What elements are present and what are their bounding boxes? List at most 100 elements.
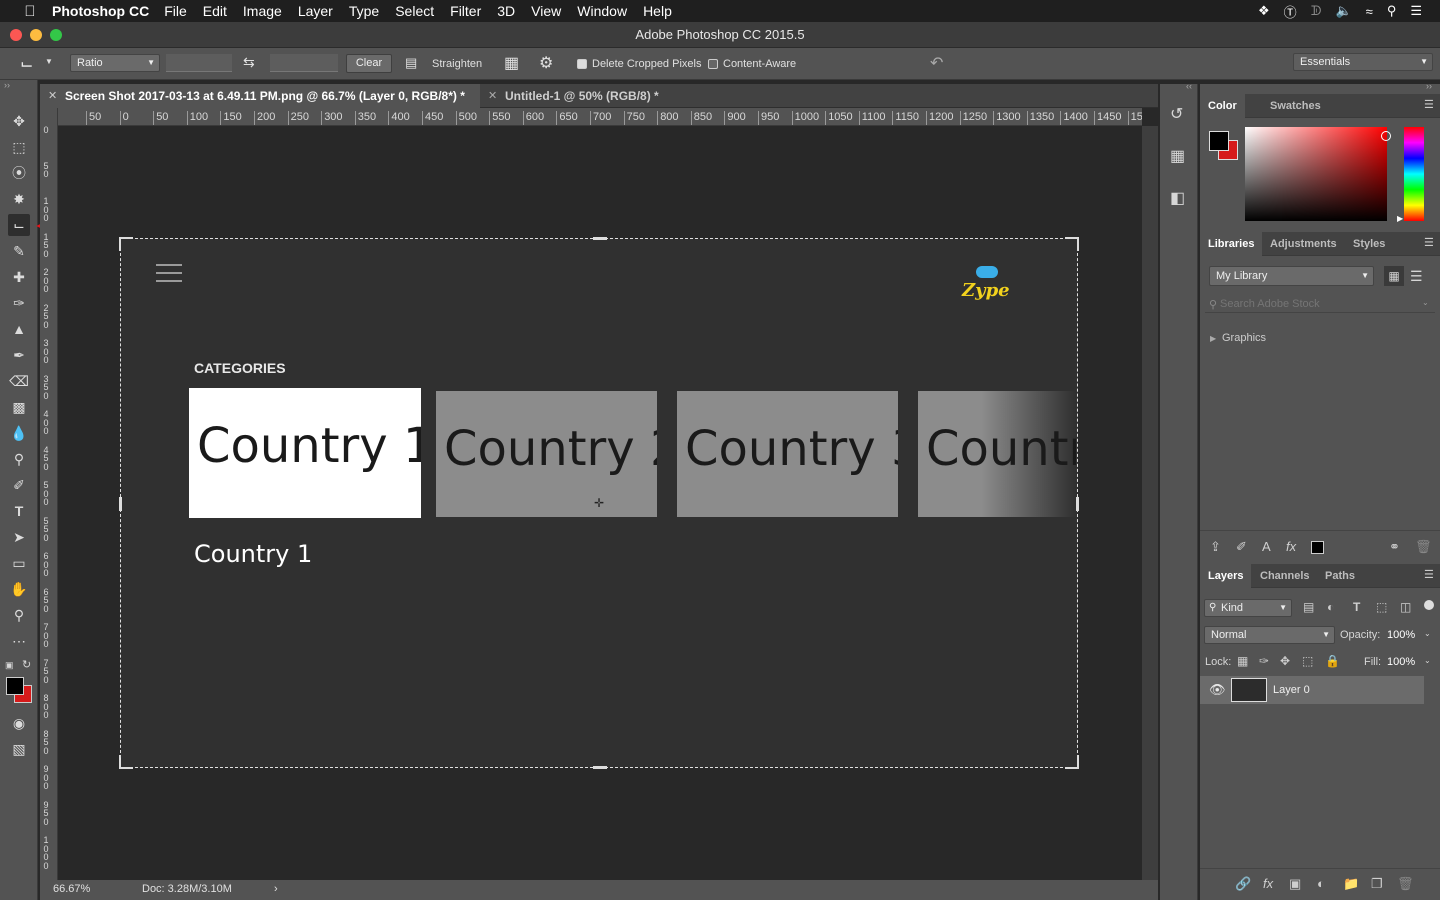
type-tool-icon[interactable]: T: [8, 500, 30, 522]
fill-value[interactable]: 100%: [1387, 656, 1415, 668]
menu-layer[interactable]: Layer: [298, 3, 333, 19]
screen-mode-icon[interactable]: ▧: [8, 738, 30, 760]
volume-icon[interactable]: 🔈: [1335, 3, 1351, 19]
minimize-window-button[interactable]: [30, 29, 42, 41]
panel-menu-icon[interactable]: ☰: [1424, 100, 1434, 111]
height-field[interactable]: [270, 54, 338, 72]
list-view-icon[interactable]: ☰: [1410, 266, 1423, 286]
crop-handle-top-left[interactable]: [119, 237, 133, 251]
delete-cropped-checkbox[interactable]: [577, 59, 587, 69]
lock-all-icon[interactable]: 🔒: [1325, 654, 1340, 668]
tab-color[interactable]: Color: [1200, 94, 1245, 118]
document-tab-active[interactable]: ✕ Screen Shot 2017-03-13 at 6.49.11 PM.p…: [40, 84, 480, 108]
collapse-icon[interactable]: ››: [4, 80, 10, 90]
straighten-button[interactable]: Straighten: [432, 58, 482, 70]
adjustments-panel-icon[interactable]: ◧: [1170, 188, 1185, 208]
grid-view-icon[interactable]: ▦: [1384, 266, 1404, 286]
color-field[interactable]: [1245, 127, 1391, 221]
quick-selection-tool-icon[interactable]: ✸: [8, 188, 30, 210]
crop-handle-top-right[interactable]: [1065, 237, 1079, 251]
disclosure-triangle-icon[interactable]: ▶: [1210, 334, 1216, 343]
crop-handle-bottom[interactable]: [593, 766, 607, 769]
vertical-scrollbar[interactable]: [1142, 126, 1158, 880]
overlay-grid-icon[interactable]: ▦: [504, 53, 519, 73]
adjustment-layer-icon[interactable]: ◐: [1317, 876, 1325, 891]
ratio-select[interactable]: Ratio ▼: [70, 54, 160, 72]
menu-file[interactable]: File: [164, 3, 187, 19]
path-selection-tool-icon[interactable]: ➤: [8, 526, 30, 548]
library-select[interactable]: My Library ▼: [1209, 266, 1374, 286]
gear-icon[interactable]: ⚙: [539, 53, 553, 73]
vertical-ruler[interactable]: 0 50 100 150 200 250 300 350 400 450 500 550 600 650 7…: [40, 108, 58, 880]
menu-help[interactable]: Help: [643, 3, 672, 19]
panel-menu-icon[interactable]: ☰: [1424, 570, 1434, 581]
hue-slider[interactable]: [1404, 127, 1424, 221]
content-aware-checkbox[interactable]: [708, 59, 718, 69]
tab-adjustments[interactable]: Adjustments: [1270, 232, 1337, 256]
notification-center-icon[interactable]: ☰: [1410, 3, 1422, 19]
gradient-tool-icon[interactable]: ▩: [8, 396, 30, 418]
add-mask-icon[interactable]: ▣: [1289, 876, 1301, 892]
pen-tool-icon[interactable]: ✐: [8, 474, 30, 496]
chevron-down-icon[interactable]: ▼: [45, 57, 53, 66]
chevron-down-icon[interactable]: ⌄: [1424, 629, 1431, 638]
menu-type[interactable]: Type: [349, 3, 379, 19]
blend-mode-select[interactable]: Normal ▼: [1204, 626, 1335, 644]
close-window-button[interactable]: [10, 29, 22, 41]
marquee-tool-icon[interactable]: ⬚: [8, 136, 30, 158]
filter-adjustment-icon[interactable]: ◐: [1327, 600, 1334, 614]
menu-view[interactable]: View: [531, 3, 561, 19]
add-color-icon[interactable]: [1311, 541, 1324, 554]
rectangle-tool-icon[interactable]: ▭: [8, 552, 30, 574]
lasso-tool-icon[interactable]: ⦿: [8, 162, 30, 184]
history-brush-tool-icon[interactable]: ✒: [8, 344, 30, 366]
bluetooth-icon[interactable]: ᗫ: [1311, 3, 1322, 19]
crop-preset-icon[interactable]: ⌙: [20, 54, 33, 74]
collapse-icon[interactable]: ‹‹: [1186, 81, 1192, 91]
add-layer-style-icon[interactable]: fx: [1263, 876, 1273, 891]
crop-handle-top[interactable]: [593, 237, 607, 240]
close-tab-icon[interactable]: ✕: [48, 84, 57, 108]
filter-pixel-icon[interactable]: ▤: [1303, 600, 1314, 614]
hand-tool-icon[interactable]: ✋: [8, 578, 30, 600]
filter-smart-object-icon[interactable]: ◫: [1400, 600, 1411, 614]
spotlight-search-icon[interactable]: ⚲: [1387, 3, 1397, 19]
swap-colors-icon[interactable]: ↻: [22, 658, 31, 671]
tab-channels[interactable]: Channels: [1260, 564, 1310, 588]
expand-icon[interactable]: ››: [1426, 81, 1432, 91]
library-group-graphics[interactable]: Graphics: [1222, 332, 1266, 344]
lock-position-icon[interactable]: ✥: [1280, 654, 1290, 668]
layer-row[interactable]: 👁 Layer 0: [1200, 676, 1424, 704]
properties-panel-icon[interactable]: ▦: [1170, 146, 1185, 166]
foreground-color-swatch[interactable]: [6, 677, 24, 695]
move-tool-icon[interactable]: ✥: [8, 110, 30, 132]
crop-tool-icon[interactable]: ⌙: [8, 214, 30, 236]
menu-select[interactable]: Select: [395, 3, 434, 19]
menu-filter[interactable]: Filter: [450, 3, 481, 19]
chevron-down-icon[interactable]: ⌄: [1422, 298, 1429, 307]
apple-icon[interactable]: : [20, 3, 40, 20]
more-tools-icon[interactable]: ⋯: [8, 630, 30, 652]
menu-image[interactable]: Image: [243, 3, 282, 19]
horizontal-ruler[interactable]: 50 0 50 100 150 200 250 300 350 400 450 500 550 600 65…: [58, 108, 1142, 126]
onepassword-icon[interactable]: Ⓣ: [1284, 2, 1297, 21]
reset-icon[interactable]: ↶: [930, 53, 943, 73]
new-layer-icon[interactable]: ❐: [1371, 876, 1383, 892]
sync-icon[interactable]: ⚭: [1389, 539, 1400, 555]
clone-stamp-tool-icon[interactable]: ▲: [8, 318, 30, 340]
eyedropper-tool-icon[interactable]: ✎: [8, 240, 30, 262]
crop-box[interactable]: [119, 237, 1079, 769]
tab-libraries[interactable]: Libraries: [1200, 232, 1263, 256]
close-tab-icon[interactable]: ✕: [488, 84, 497, 108]
workspace-select[interactable]: Essentials ▼: [1293, 53, 1433, 71]
filter-shape-icon[interactable]: ⬚: [1376, 600, 1387, 614]
straighten-icon[interactable]: ▤: [405, 55, 417, 71]
layer-filter-select[interactable]: ⚲ Kind ▼: [1204, 599, 1292, 617]
trash-icon[interactable]: 🗑: [1415, 539, 1432, 555]
crop-handle-bottom-left[interactable]: [119, 755, 133, 769]
wifi-icon[interactable]: ≈: [1366, 4, 1373, 19]
crop-handle-bottom-right[interactable]: [1065, 755, 1079, 769]
add-layer-style-icon[interactable]: fx: [1286, 539, 1296, 554]
zoom-level[interactable]: 66.67%: [53, 882, 90, 896]
width-field[interactable]: [166, 54, 232, 72]
